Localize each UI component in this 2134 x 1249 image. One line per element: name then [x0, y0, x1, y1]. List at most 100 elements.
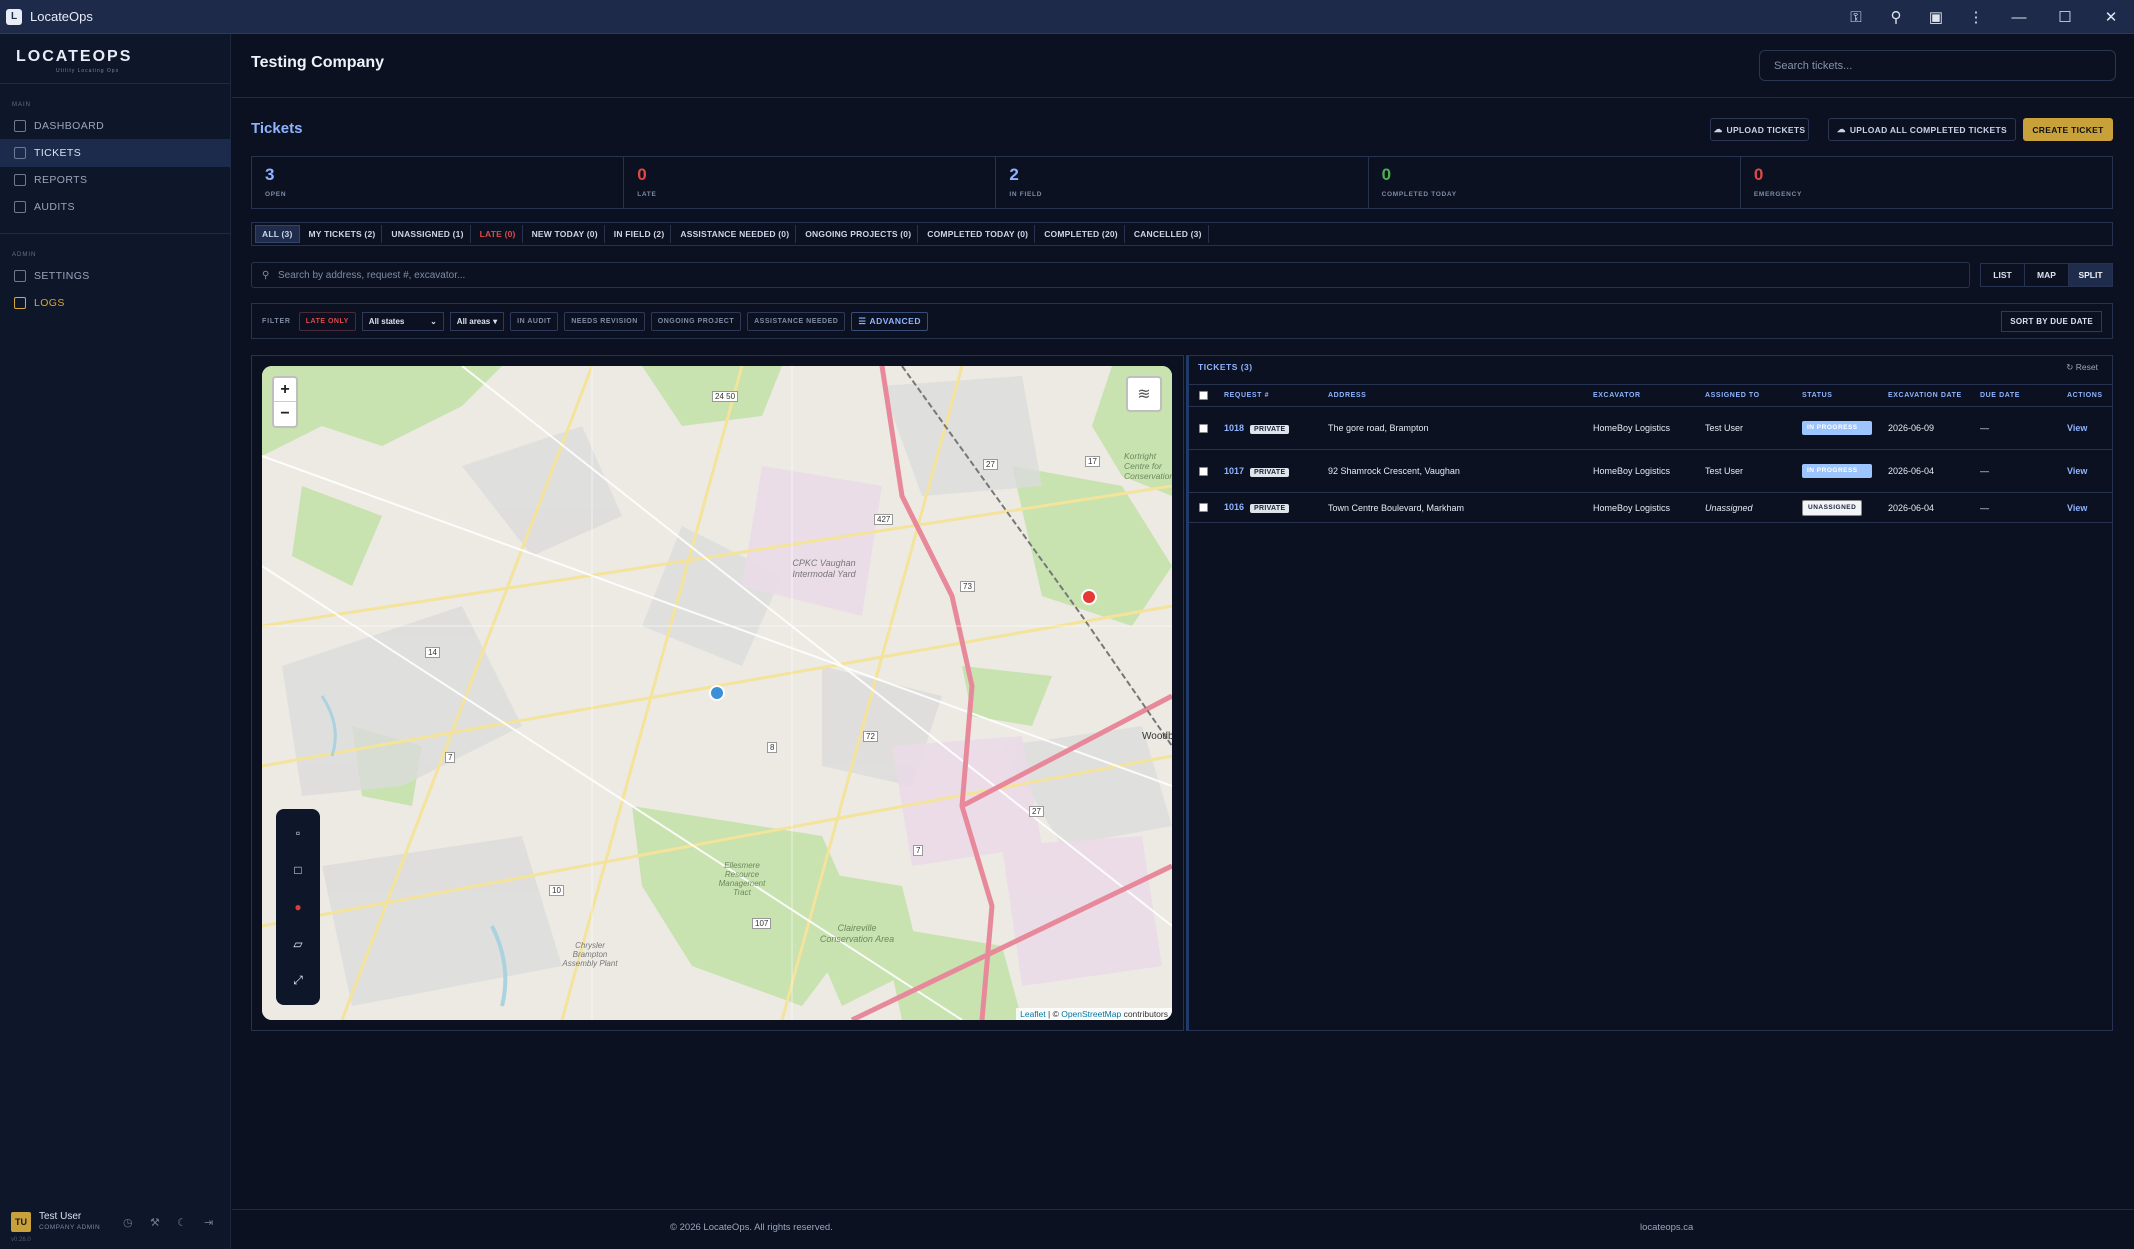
stat-late[interactable]: 0 LATE: [624, 157, 997, 208]
create-ticket-button[interactable]: CREATE TICKET: [2023, 118, 2113, 141]
tab-unassigned[interactable]: UNASSIGNED (1): [385, 225, 471, 243]
view-split-button[interactable]: SPLIT: [2069, 264, 2112, 286]
file-icon: [14, 297, 26, 309]
row-checkbox[interactable]: [1199, 503, 1208, 512]
user-role: COMPANY ADMIN: [39, 1224, 101, 1231]
view-map-button[interactable]: MAP: [2025, 264, 2069, 286]
stats-bar: 3 OPEN 0 LATE 2 IN FIELD 0 COMPLETED TODAY 0…: [251, 156, 2113, 209]
map[interactable]: CPKC Vaughan Intermodal Yard Kortright C…: [262, 366, 1172, 1020]
history-icon[interactable]: ◷: [123, 1216, 136, 1229]
sidebar-item-audits[interactable]: AUDITS: [0, 193, 231, 221]
select-all-checkbox[interactable]: [1199, 391, 1208, 400]
status-badge: UNASSIGNED: [1802, 499, 1863, 516]
advanced-filter-button[interactable]: ☰ ADVANCED: [851, 311, 928, 331]
tickets-table-panel: TICKETS (3) ↻ Reset REQUEST # ADDRESS EX…: [1186, 355, 2113, 1031]
logout-icon[interactable]: ⇥: [204, 1216, 217, 1229]
key-icon[interactable]: ⚿: [1836, 0, 1876, 34]
moon-icon[interactable]: ☾: [177, 1216, 190, 1229]
table-row[interactable]: 1016 PRIVATE Town Centre Boulevard, Markh…: [1189, 492, 2113, 523]
view-link[interactable]: View: [2067, 503, 2087, 513]
search-icon: ⚲: [262, 270, 270, 281]
request-number[interactable]: 1017: [1224, 466, 1244, 476]
tab-cancelled[interactable]: CANCELLED (3): [1128, 225, 1209, 243]
site-link[interactable]: locateops.ca: [1640, 1222, 1693, 1233]
more-menu-icon[interactable]: ⋮: [1956, 0, 1996, 34]
needs-revision-chip[interactable]: NEEDS REVISION: [564, 311, 645, 331]
wrench-icon[interactable]: ⚒: [150, 1216, 163, 1229]
col-excavation-date[interactable]: EXCAVATION DATE: [1888, 384, 1980, 407]
tab-late[interactable]: LATE (0): [474, 225, 523, 243]
tab-ongoing-projects[interactable]: ONGOING PROJECTS (0): [799, 225, 919, 243]
row-checkbox[interactable]: [1199, 423, 1208, 433]
leaflet-link[interactable]: Leaflet: [1020, 1009, 1046, 1019]
draw-rectangle-icon[interactable]: □: [284, 856, 312, 884]
sort-by-due-date-button[interactable]: SORT BY DUE DATE: [2001, 311, 2102, 332]
place-marker-icon[interactable]: ●: [284, 893, 312, 921]
stat-emergency[interactable]: 0 EMERGENCY: [1741, 157, 2112, 208]
road-shield: 10: [549, 885, 564, 896]
in-audit-chip[interactable]: IN AUDIT: [510, 311, 559, 331]
sidebar-item-tickets[interactable]: TICKETS: [0, 139, 231, 167]
sidebar-item-logs[interactable]: LOGS: [0, 289, 231, 317]
col-address[interactable]: ADDRESS: [1328, 384, 1593, 407]
sidebar-item-reports[interactable]: REPORTS: [0, 166, 231, 194]
row-checkbox[interactable]: [1199, 466, 1208, 476]
draw-polygon-icon[interactable]: ▱: [284, 930, 312, 958]
tab-all[interactable]: ALL (3): [255, 225, 300, 243]
tab-assistance-needed[interactable]: ASSISTANCE NEEDED (0): [674, 225, 797, 243]
close-button[interactable]: ✕: [2088, 0, 2134, 34]
zoom-out-button[interactable]: −: [274, 402, 296, 426]
reset-button[interactable]: ↻ Reset: [2066, 362, 2098, 373]
ongoing-project-chip[interactable]: ONGOING PROJECT: [650, 311, 742, 331]
stat-in-field[interactable]: 2 IN FIELD: [996, 157, 1369, 208]
road-shield: 27: [1029, 806, 1044, 817]
ticket-search-input[interactable]: ⚲ Search by address, request #, excavato…: [251, 262, 1970, 288]
layers-icon[interactable]: ≋: [1126, 376, 1162, 412]
tab-in-field[interactable]: IN FIELD (2): [608, 225, 672, 243]
col-due-date[interactable]: DUE DATE: [1980, 384, 2067, 407]
minimize-button[interactable]: —: [1996, 0, 2042, 34]
global-search-input[interactable]: Search tickets...: [1759, 50, 2116, 81]
upload-tickets-button[interactable]: ☁ UPLOAD TICKETS: [1710, 118, 1809, 141]
dashboard-icon: [14, 120, 26, 132]
col-request[interactable]: REQUEST #: [1224, 384, 1328, 407]
view-list-button[interactable]: LIST: [1981, 264, 2025, 286]
road-shield: 72: [863, 731, 878, 742]
chart-icon: [14, 174, 26, 186]
osm-link[interactable]: OpenStreetMap: [1061, 1009, 1121, 1019]
request-number[interactable]: 1018: [1224, 423, 1244, 433]
late-only-chip[interactable]: LATE ONLY: [298, 311, 356, 331]
excavation-date: 2026-06-04: [1888, 492, 1980, 523]
sidebar-item-label: TICKETS: [34, 147, 82, 159]
col-assigned[interactable]: ASSIGNED TO: [1705, 384, 1802, 407]
draw-point-icon[interactable]: ▫: [284, 819, 312, 847]
areas-select[interactable]: All areas ▾: [449, 311, 505, 331]
maximize-button[interactable]: ☐: [2042, 0, 2088, 34]
states-select[interactable]: All states ⌄: [361, 311, 444, 331]
table-row[interactable]: 1018 PRIVATE The gore road, Brampton Home…: [1189, 406, 2113, 450]
zoom-icon[interactable]: ⚲: [1876, 0, 1916, 34]
sidebar-item-label: DASHBOARD: [34, 120, 105, 132]
avatar[interactable]: TU: [11, 1212, 31, 1232]
sidebar-item-settings[interactable]: SETTINGS: [0, 262, 231, 290]
stat-completed-today[interactable]: 0 COMPLETED TODAY: [1369, 157, 1741, 208]
view-link[interactable]: View: [2067, 466, 2087, 476]
zoom-in-button[interactable]: +: [274, 378, 296, 402]
road-shield: 427: [874, 514, 894, 525]
col-status[interactable]: STATUS: [1802, 384, 1888, 407]
view-link[interactable]: View: [2067, 423, 2087, 433]
tab-completed-today[interactable]: COMPLETED TODAY (0): [921, 225, 1036, 243]
tab-new-today[interactable]: NEW TODAY (0): [526, 225, 605, 243]
sidebar-item-dashboard[interactable]: DASHBOARD: [0, 112, 231, 140]
table-row[interactable]: 1017 PRIVATE 92 Shamrock Crescent, Vaugha…: [1189, 449, 2113, 493]
expand-icon[interactable]: ⤢: [284, 967, 312, 995]
tab-completed[interactable]: COMPLETED (20): [1038, 225, 1125, 243]
assistance-needed-chip[interactable]: ASSISTANCE NEEDED: [747, 311, 846, 331]
upload-all-completed-button[interactable]: ☁ UPLOAD ALL COMPLETED TICKETS: [1828, 118, 2016, 141]
tab-my-tickets[interactable]: MY TICKETS (2): [303, 225, 383, 243]
logo[interactable]: LOCATEOPS: [16, 48, 132, 66]
extension-icon[interactable]: ▣: [1916, 0, 1956, 34]
col-excavator[interactable]: EXCAVATOR: [1593, 384, 1705, 407]
request-number[interactable]: 1016: [1224, 502, 1244, 512]
stat-open[interactable]: 3 OPEN: [252, 157, 625, 208]
